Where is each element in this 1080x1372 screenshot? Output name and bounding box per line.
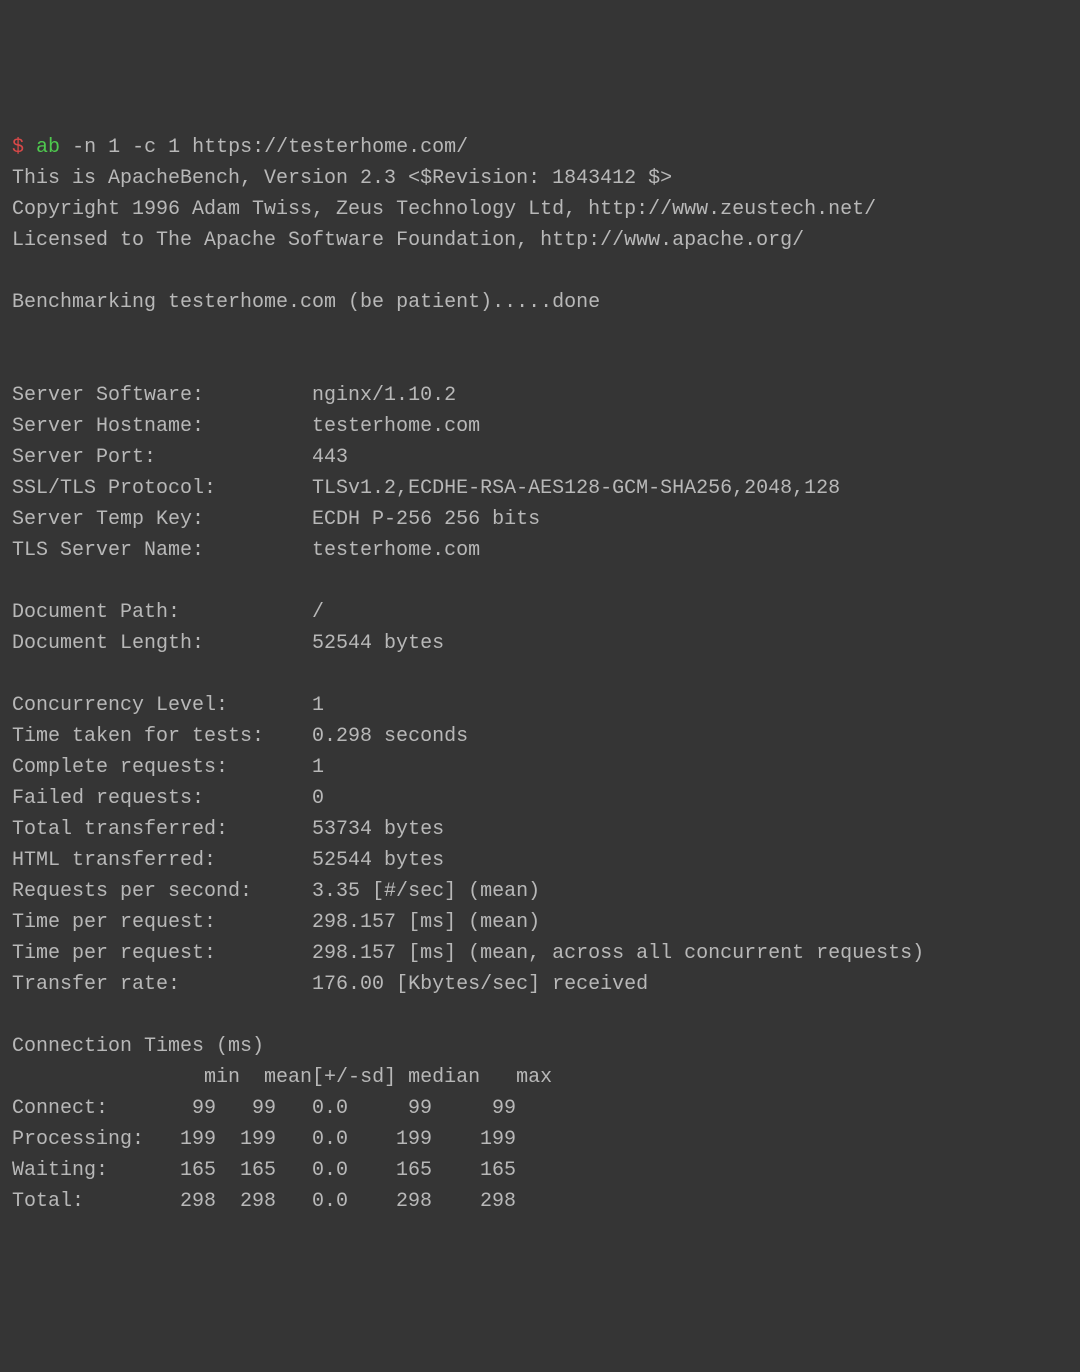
conn-total-label: Total:	[12, 1186, 156, 1217]
complete-row: Complete requests:1	[12, 752, 1068, 783]
doc-path-row: Document Path:/	[12, 597, 1068, 628]
tpr1-row: Time per request:298.157 [ms] (mean)	[12, 907, 1068, 938]
complete-value: 1	[312, 756, 324, 779]
rps-row: Requests per second:3.35 [#/sec] (mean)	[12, 876, 1068, 907]
total-transferred-row: Total transferred:53734 bytes	[12, 814, 1068, 845]
failed-row: Failed requests:0	[12, 783, 1068, 814]
tpr1-value: 298.157 [ms] (mean)	[312, 911, 540, 934]
conn-header-median: median	[408, 1066, 480, 1089]
benchmarking-line: Benchmarking testerhome.com (be patient)…	[12, 291, 600, 314]
rps-value: 3.35 [#/sec] (mean)	[312, 880, 540, 903]
conn-processing-min: 199	[156, 1124, 216, 1155]
tpr2-row: Time per request:298.157 [ms] (mean, acr…	[12, 938, 1068, 969]
conn-connect-min: 99	[156, 1093, 216, 1124]
concurrency-row: Concurrency Level:1	[12, 690, 1068, 721]
server-software-label: Server Software:	[12, 380, 312, 411]
ssl-protocol-label: SSL/TLS Protocol:	[12, 473, 312, 504]
rps-label: Requests per second:	[12, 876, 312, 907]
conn-connect-label: Connect:	[12, 1093, 156, 1124]
html-transferred-row: HTML transferred:52544 bytes	[12, 845, 1068, 876]
total-transferred-label: Total transferred:	[12, 814, 312, 845]
conn-connect-median: 99	[348, 1093, 432, 1124]
conn-waiting-row: Waiting:1651650.0165165	[12, 1155, 1068, 1186]
transfer-rate-value: 176.00 [Kbytes/sec] received	[312, 973, 648, 996]
html-transferred-label: HTML transferred:	[12, 845, 312, 876]
time-taken-label: Time taken for tests:	[12, 721, 312, 752]
concurrency-value: 1	[312, 694, 324, 717]
conn-connect-row: Connect:99990.09999	[12, 1093, 1068, 1124]
tls-servername-label: TLS Server Name:	[12, 535, 312, 566]
tpr2-label: Time per request:	[12, 938, 312, 969]
conn-times-title: Connection Times (ms)	[12, 1035, 264, 1058]
tls-servername-value: testerhome.com	[312, 539, 480, 562]
time-taken-value: 0.298 seconds	[312, 725, 468, 748]
server-port-row: Server Port:443	[12, 442, 1068, 473]
doc-length-row: Document Length:52544 bytes	[12, 628, 1068, 659]
prompt-command: ab	[36, 136, 60, 159]
complete-label: Complete requests:	[12, 752, 312, 783]
conn-connect-max: 99	[432, 1093, 516, 1124]
conn-total-sd: 0.0	[276, 1186, 348, 1217]
server-tempkey-label: Server Temp Key:	[12, 504, 312, 535]
doc-path-label: Document Path:	[12, 597, 312, 628]
conn-waiting-max: 165	[432, 1155, 516, 1186]
time-taken-row: Time taken for tests:0.298 seconds	[12, 721, 1068, 752]
server-software-value: nginx/1.10.2	[312, 384, 456, 407]
conn-connect-sd: 0.0	[276, 1093, 348, 1124]
conn-connect-mean: 99	[216, 1093, 276, 1124]
conn-processing-mean: 199	[216, 1124, 276, 1155]
conn-waiting-label: Waiting:	[12, 1155, 156, 1186]
server-port-label: Server Port:	[12, 442, 312, 473]
total-transferred-value: 53734 bytes	[312, 818, 444, 841]
server-software-row: Server Software:nginx/1.10.2	[12, 380, 1068, 411]
conn-total-median: 298	[348, 1186, 432, 1217]
ssl-protocol-value: TLSv1.2,ECDHE-RSA-AES128-GCM-SHA256,2048…	[312, 477, 840, 500]
tpr1-label: Time per request:	[12, 907, 312, 938]
server-hostname-row: Server Hostname:testerhome.com	[12, 411, 1068, 442]
header-line-2: Copyright 1996 Adam Twiss, Zeus Technolo…	[12, 198, 876, 221]
header-line-3: Licensed to The Apache Software Foundati…	[12, 229, 804, 252]
prompt-line: $ ab -n 1 -c 1 https://testerhome.com/	[12, 136, 468, 159]
conn-waiting-min: 165	[156, 1155, 216, 1186]
concurrency-label: Concurrency Level:	[12, 690, 312, 721]
terminal-output[interactable]: $ ab -n 1 -c 1 https://testerhome.com/ T…	[12, 132, 1068, 1217]
failed-value: 0	[312, 787, 324, 810]
server-hostname-value: testerhome.com	[312, 415, 480, 438]
conn-header-min: min	[180, 1062, 240, 1093]
conn-waiting-mean: 165	[216, 1155, 276, 1186]
conn-header-mean-sd: mean[+/-sd]	[264, 1066, 396, 1089]
conn-total-max: 298	[432, 1186, 516, 1217]
conn-total-mean: 298	[216, 1186, 276, 1217]
conn-waiting-median: 165	[348, 1155, 432, 1186]
transfer-rate-label: Transfer rate:	[12, 969, 312, 1000]
html-transferred-value: 52544 bytes	[312, 849, 444, 872]
tls-servername-row: TLS Server Name:testerhome.com	[12, 535, 1068, 566]
server-tempkey-row: Server Temp Key:ECDH P-256 256 bits	[12, 504, 1068, 535]
server-port-value: 443	[312, 446, 348, 469]
conn-processing-sd: 0.0	[276, 1124, 348, 1155]
server-tempkey-value: ECDH P-256 256 bits	[312, 508, 540, 531]
conn-total-row: Total:2982980.0298298	[12, 1186, 1068, 1217]
conn-total-min: 298	[156, 1186, 216, 1217]
conn-processing-max: 199	[432, 1124, 516, 1155]
doc-length-value: 52544 bytes	[312, 632, 444, 655]
conn-header-max: max	[516, 1066, 552, 1089]
failed-label: Failed requests:	[12, 783, 312, 814]
ssl-protocol-row: SSL/TLS Protocol:TLSv1.2,ECDHE-RSA-AES12…	[12, 473, 1068, 504]
header-line-1: This is ApacheBench, Version 2.3 <$Revis…	[12, 167, 672, 190]
prompt-args: -n 1 -c 1 https://testerhome.com/	[72, 136, 468, 159]
conn-processing-label: Processing:	[12, 1124, 156, 1155]
conn-header-row: min mean[+/-sd] median max	[12, 1062, 1068, 1093]
conn-processing-row: Processing:1991990.0199199	[12, 1124, 1068, 1155]
doc-length-label: Document Length:	[12, 628, 312, 659]
tpr2-value: 298.157 [ms] (mean, across all concurren…	[312, 942, 924, 965]
prompt-dollar: $	[12, 136, 24, 159]
server-hostname-label: Server Hostname:	[12, 411, 312, 442]
conn-waiting-sd: 0.0	[276, 1155, 348, 1186]
doc-path-value: /	[312, 601, 324, 624]
transfer-rate-row: Transfer rate:176.00 [Kbytes/sec] receiv…	[12, 969, 1068, 1000]
conn-processing-median: 199	[348, 1124, 432, 1155]
